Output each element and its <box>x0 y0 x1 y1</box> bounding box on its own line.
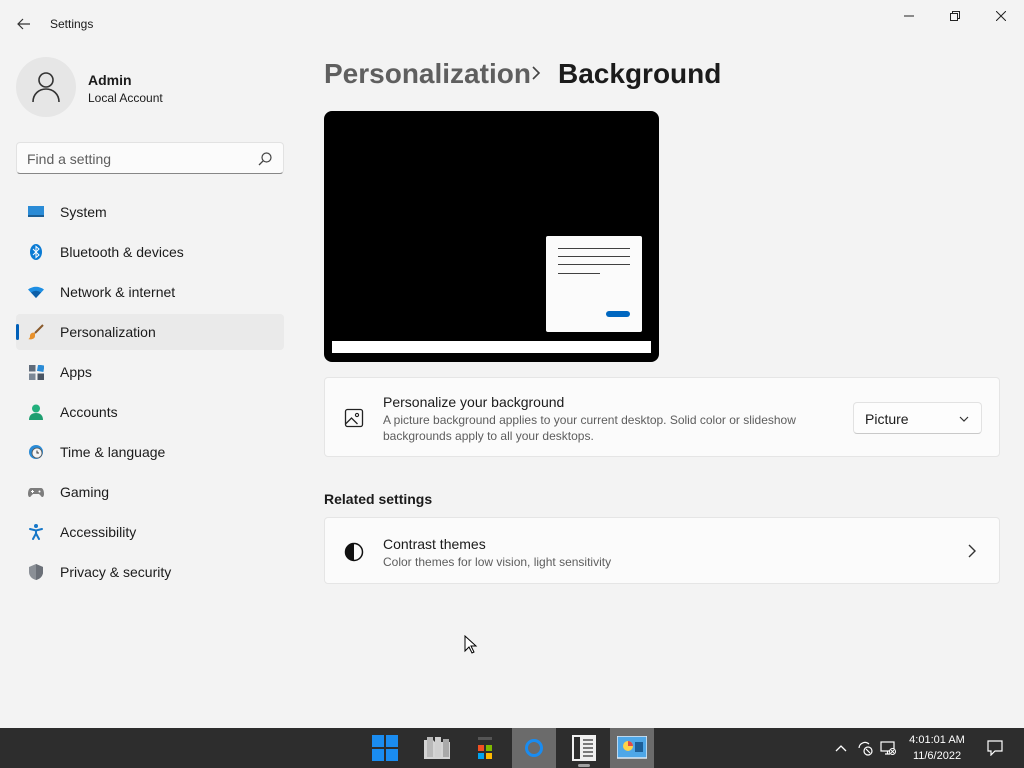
taskbar-clock[interactable]: 4:01:01 AM 11/6/2022 <box>896 732 978 764</box>
card-title: Contrast themes <box>383 536 486 552</box>
account-type: Local Account <box>88 91 163 105</box>
preview-line <box>558 264 630 265</box>
sidebar-item-label: Accessibility <box>60 524 137 540</box>
sidebar-item-gaming[interactable]: Gaming <box>16 474 284 510</box>
contrast-icon <box>343 541 365 563</box>
sidebar-item-label: Apps <box>60 364 92 380</box>
sidebar-item-network[interactable]: Network & internet <box>16 274 284 310</box>
card-title: Personalize your background <box>383 394 565 410</box>
settings-app-icon <box>572 735 596 761</box>
sidebar-item-label: System <box>60 204 107 220</box>
minimize-button[interactable] <box>886 0 932 32</box>
preview-window <box>546 236 642 332</box>
network-status-icon[interactable] <box>857 740 873 756</box>
preview-line <box>558 256 630 257</box>
sidebar-item-accessibility[interactable]: Accessibility <box>16 514 284 550</box>
background-setting-card: Personalize your background A picture ba… <box>324 377 1000 457</box>
apps-icon <box>28 364 44 380</box>
start-icon <box>372 735 398 761</box>
sidebar-item-label: Bluetooth & devices <box>60 244 184 260</box>
sidebar-item-label: Network & internet <box>60 284 176 300</box>
accessibility-icon <box>28 524 44 540</box>
system-icon <box>28 204 44 220</box>
app-title: Settings <box>50 17 94 31</box>
breadcrumb-parent[interactable]: Personalization <box>324 58 531 90</box>
sidebar-nav: System Bluetooth & devices Network & int… <box>16 194 284 594</box>
restore-icon <box>950 11 960 21</box>
sidebar-item-personalization[interactable]: Personalization <box>16 314 284 350</box>
file-explorer-icon <box>424 737 450 759</box>
sidebar-item-label: Time & language <box>60 444 166 460</box>
sidebar-item-label: Accounts <box>60 404 118 420</box>
sidebar-item-label: Personalization <box>60 324 156 340</box>
display-status-icon[interactable] <box>880 740 896 756</box>
control-panel-icon <box>617 736 647 759</box>
bluetooth-icon <box>28 244 44 260</box>
section-heading: Related settings <box>324 491 433 507</box>
minimize-icon <box>904 15 914 17</box>
chevron-right-icon <box>532 66 541 80</box>
dropdown-value: Picture <box>865 411 909 427</box>
store-icon <box>478 737 492 759</box>
cortana-icon <box>525 739 543 757</box>
search-input[interactable] <box>27 149 247 169</box>
card-description: A picture background applies to your cur… <box>383 412 796 444</box>
background-type-dropdown[interactable]: Picture <box>853 402 982 434</box>
preview-line <box>558 248 630 249</box>
preview-line <box>558 273 600 274</box>
sidebar-item-label: Privacy & security <box>60 564 172 580</box>
taskbar: 4:01:01 AM 11/6/2022 <box>0 728 1024 768</box>
chevron-up-icon[interactable] <box>833 740 849 756</box>
person-icon <box>28 404 44 420</box>
sidebar-item-accounts[interactable]: Accounts <box>16 394 284 430</box>
clock-globe-icon <box>28 444 44 460</box>
sidebar-item-label: Gaming <box>60 484 110 500</box>
close-button[interactable] <box>978 0 1024 32</box>
sidebar-item-apps[interactable]: Apps <box>16 354 284 390</box>
taskbar-settings-app[interactable] <box>562 728 606 768</box>
taskbar-cortana[interactable] <box>512 728 556 768</box>
card-description: Color themes for low vision, light sensi… <box>383 555 612 569</box>
close-icon <box>996 11 1006 21</box>
taskbar-store[interactable] <box>463 728 507 768</box>
image-icon <box>343 407 365 429</box>
sidebar-item-bluetooth[interactable]: Bluetooth & devices <box>16 234 284 270</box>
mouse-cursor-icon <box>464 635 478 654</box>
search-icon <box>258 152 272 166</box>
notifications-icon[interactable] <box>987 740 1003 756</box>
desktop-preview <box>324 111 659 362</box>
sidebar-item-privacy[interactable]: Privacy & security <box>16 554 284 590</box>
contrast-themes-row[interactable]: Contrast themes Color themes for low vis… <box>324 517 1000 584</box>
page-title: Background <box>558 58 722 89</box>
sidebar-item-time-language[interactable]: Time & language <box>16 434 284 470</box>
taskbar-file-explorer[interactable] <box>415 728 459 768</box>
preview-button <box>606 311 630 317</box>
brush-icon <box>28 324 44 340</box>
taskbar-start-button[interactable] <box>363 728 407 768</box>
chevron-down-icon <box>959 416 969 422</box>
gamepad-icon <box>28 484 44 500</box>
clock-date: 11/6/2022 <box>912 750 962 762</box>
back-button[interactable] <box>10 12 38 36</box>
back-arrow-icon <box>17 18 30 30</box>
clock-time: 4:01:01 AM <box>909 734 965 746</box>
chevron-right-icon <box>968 544 976 558</box>
maximize-button[interactable] <box>932 0 978 32</box>
preview-taskbar <box>332 341 651 353</box>
shield-icon <box>28 564 44 580</box>
taskbar-control-panel[interactable] <box>610 728 654 768</box>
sidebar-item-system[interactable]: System <box>16 194 284 230</box>
search-box[interactable] <box>16 142 284 174</box>
user-name: Admin <box>88 72 132 88</box>
card-description-line: A picture background applies to your cur… <box>383 413 796 427</box>
user-icon <box>32 72 60 103</box>
avatar[interactable] <box>16 57 76 117</box>
wifi-icon <box>28 284 44 300</box>
title-bar: Settings <box>0 0 1024 48</box>
card-description-line: backgrounds apply to all your desktops. <box>383 429 594 443</box>
